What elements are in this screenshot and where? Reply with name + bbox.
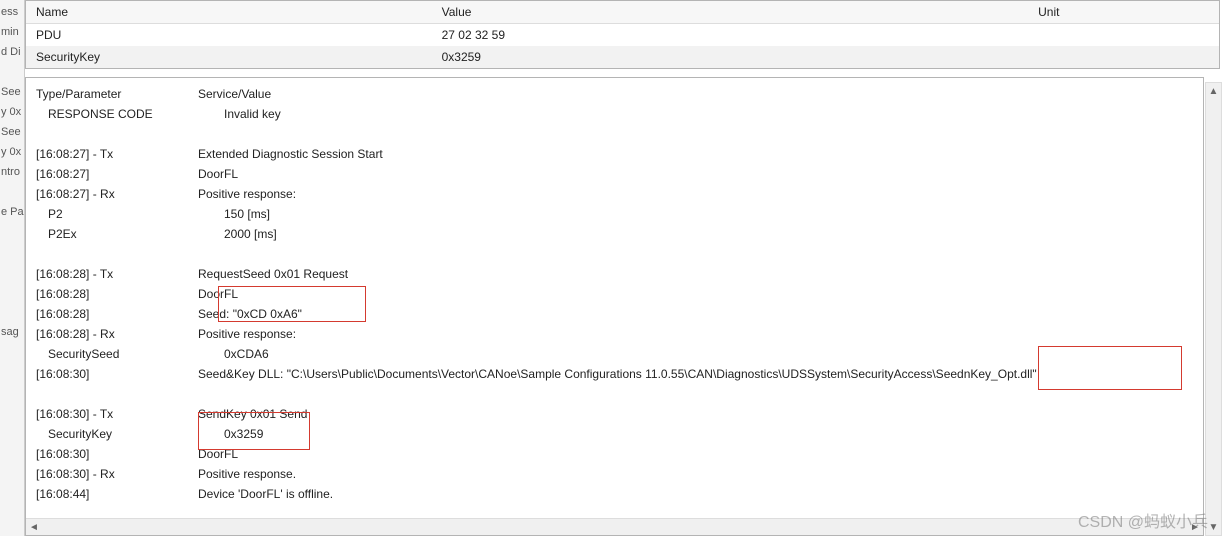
trace-row[interactable]: [16:08:28] - TxRequestSeed 0x01 Request [36,264,1195,284]
cropped-label: See [0,82,24,102]
trace-cell-left: [16:08:27] - Tx [36,144,198,164]
cropped-side-panel: essmind DiSeey 0xSeey 0xntroe Pasag [0,0,25,536]
trace-cell-left: [16:08:28] [36,304,198,324]
trace-cell-left: [16:08:28] - Tx [36,264,198,284]
cropped-label: d Di [0,42,24,62]
cropped-label [0,222,24,242]
trace-cell-left: SecuritySeed [36,344,210,364]
cropped-label: ntro [0,162,24,182]
trace-cell-right: Positive response: [198,184,1195,204]
cropped-label: ess [0,2,24,22]
trace-row[interactable]: SecurityKey0x3259 [36,424,1195,444]
trace-cell-left: P2 [36,204,210,224]
cropped-label: See [0,122,24,142]
trace-row[interactable]: [16:08:30] - RxPositive response. [36,464,1195,484]
cell-value: 0x3259 [432,46,1029,68]
trace-cell-right: DoorFL [198,444,1195,464]
trace-cell-right: Positive response: [198,324,1195,344]
trace-cell-left: [16:08:28] - Rx [36,324,198,344]
cell-name: PDU [26,24,432,47]
grid-row[interactable]: SecurityKey 0x3259 [26,46,1219,68]
parameters-grid: Name Value Unit PDU 27 02 32 59 Security… [25,0,1220,69]
trace-cell-right: Invalid key [210,104,1195,124]
trace-panel: Type/Parameter Service/Value RESPONSE CO… [25,77,1204,536]
trace-cell-left: [16:08:27] - Rx [36,184,198,204]
col-header-unit[interactable]: Unit [1028,1,1219,24]
trace-cell-left: [16:08:28] [36,284,198,304]
trace-cell-right: 2000 [ms] [210,224,1195,244]
trace-cell-left: [16:08:30] [36,444,198,464]
trace-row[interactable]: [16:08:28]Seed: "0xCD 0xA6" [36,304,1195,324]
trace-header-row: Type/Parameter Service/Value [36,84,1195,104]
trace-cell-right: 0x3259 [210,424,1195,444]
cropped-label [0,62,24,82]
trace-row[interactable]: [16:08:27] - RxPositive response: [36,184,1195,204]
trace-cell-right: Positive response. [198,464,1195,484]
scroll-track[interactable] [42,519,1187,535]
scroll-left-arrow-icon[interactable]: ◄ [26,519,42,535]
trace-cell-right: 0xCDA6 [210,344,1195,364]
trace-cell-left: [16:08:30] - Rx [36,464,198,484]
cropped-label [0,182,24,202]
cropped-label [0,302,24,322]
trace-row[interactable] [36,384,1195,404]
trace-row[interactable]: RESPONSE CODEInvalid key [36,104,1195,124]
trace-row[interactable]: [16:08:28] - RxPositive response: [36,324,1195,344]
trace-header-right: Service/Value [198,84,1195,104]
trace-cell-right: SendKey 0x01 Send [198,404,1195,424]
trace-row[interactable] [36,124,1195,144]
trace-cell-right: Seed: "0xCD 0xA6" [198,304,1195,324]
cell-value: 27 02 32 59 [432,24,1029,47]
cropped-label [0,262,24,282]
cell-unit [1028,24,1219,47]
cropped-label: sag [0,322,24,342]
cell-unit [1028,46,1219,68]
trace-row[interactable]: P2150 [ms] [36,204,1195,224]
vertical-scrollbar[interactable]: ▲ ▼ [1205,82,1222,536]
trace-cell-left: [16:08:30] - Tx [36,404,198,424]
grid-row[interactable]: PDU 27 02 32 59 [26,24,1219,47]
trace-cell-right: Device 'DoorFL' is offline. [198,484,1195,504]
trace-cell-right: RequestSeed 0x01 Request [198,264,1195,284]
trace-cell-left: [16:08:30] [36,364,198,384]
trace-cell-left: [16:08:27] [36,164,198,184]
cropped-label: y 0x [0,142,24,162]
trace-header-left: Type/Parameter [36,84,198,104]
cropped-label [0,282,24,302]
grid-header-row: Name Value Unit [26,1,1219,24]
trace-row[interactable]: [16:08:27] - TxExtended Diagnostic Sessi… [36,144,1195,164]
cropped-label [0,242,24,262]
cropped-label: min [0,22,24,42]
scroll-down-arrow-icon[interactable]: ▼ [1206,519,1221,535]
trace-cell-right: DoorFL [198,284,1195,304]
trace-row[interactable]: SecuritySeed0xCDA6 [36,344,1195,364]
horizontal-scrollbar[interactable]: ◄ ► [26,518,1203,535]
trace-row[interactable]: [16:08:30]DoorFL [36,444,1195,464]
cropped-label: e Pa [0,202,24,222]
trace-row[interactable]: [16:08:27]DoorFL [36,164,1195,184]
trace-row[interactable]: [16:08:30]Seed&Key DLL: "C:\Users\Public… [36,364,1195,384]
trace-cell-right: 150 [ms] [210,204,1195,224]
cropped-label: y 0x [0,102,24,122]
cell-name: SecurityKey [26,46,432,68]
trace-cell-left: P2Ex [36,224,210,244]
trace-cell-right: Extended Diagnostic Session Start [198,144,1195,164]
trace-cell-left: [16:08:44] [36,484,198,504]
scroll-track[interactable] [1206,99,1221,519]
col-header-value[interactable]: Value [432,1,1029,24]
trace-row[interactable]: [16:08:28]DoorFL [36,284,1195,304]
trace-cell-left: SecurityKey [36,424,210,444]
col-header-name[interactable]: Name [26,1,432,24]
trace-cell-left: RESPONSE CODE [36,104,210,124]
trace-cell-right: DoorFL [198,164,1195,184]
trace-row[interactable] [36,244,1195,264]
trace-cell-right: Seed&Key DLL: "C:\Users\Public\Documents… [198,364,1195,384]
trace-row[interactable]: P2Ex2000 [ms] [36,224,1195,244]
scroll-right-arrow-icon[interactable]: ► [1187,519,1203,535]
trace-row[interactable]: [16:08:30] - TxSendKey 0x01 Send [36,404,1195,424]
trace-row[interactable]: [16:08:44]Device 'DoorFL' is offline. [36,484,1195,504]
scroll-up-arrow-icon[interactable]: ▲ [1206,83,1221,99]
